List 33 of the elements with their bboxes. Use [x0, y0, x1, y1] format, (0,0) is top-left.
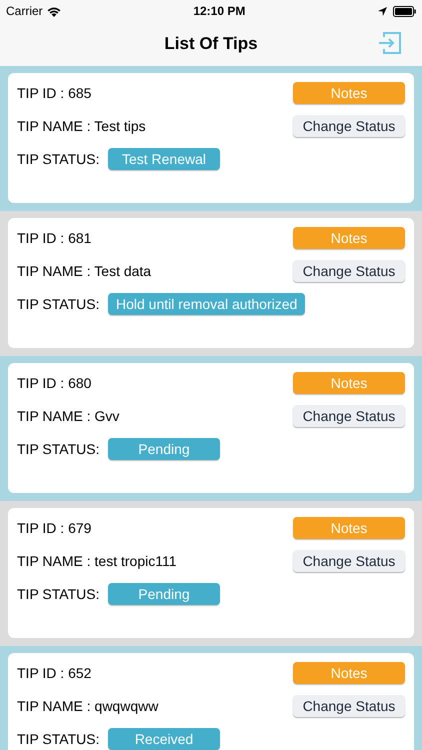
- wifi-icon: [46, 6, 61, 16]
- tip-name-text: TIP NAME : test tropic111: [17, 552, 177, 571]
- location-icon: [378, 6, 387, 16]
- tip-id-text: TIP ID : 681: [17, 228, 92, 248]
- status-badge: Received: [108, 728, 220, 750]
- change-status-button[interactable]: Change Status: [293, 695, 405, 717]
- tip-name-text: TIP NAME : Test tips: [17, 116, 146, 136]
- tip-status-label: TIP STATUS:: [17, 584, 100, 604]
- tip-id-text: TIP ID : 679: [17, 518, 92, 538]
- page-title: List Of Tips: [164, 33, 258, 56]
- exit-icon: [378, 31, 402, 55]
- tip-status-label: TIP STATUS:: [17, 294, 100, 314]
- tip-name-text: TIP NAME : Gvv: [17, 406, 120, 426]
- status-badge: Pending: [108, 438, 220, 460]
- battery-icon: [392, 6, 416, 16]
- tip-status-label: TIP STATUS:: [17, 730, 100, 748]
- tip-name-text: TIP NAME : qwqwqww: [17, 696, 158, 716]
- tip-status-label: TIP STATUS:: [17, 150, 100, 168]
- status-badge: Pending: [108, 583, 220, 605]
- tip-status-label: TIP STATUS:: [17, 440, 100, 458]
- tip-id-text: TIP ID : 680: [17, 374, 92, 392]
- change-status-button[interactable]: Change Status: [293, 550, 405, 572]
- tip-name-text: TIP NAME : Test data: [17, 262, 152, 280]
- carrier-text: Carrier: [6, 3, 43, 20]
- status-badge: Test Renewal: [108, 148, 220, 170]
- logout-button[interactable]: [378, 31, 402, 55]
- change-status-button[interactable]: Change Status: [293, 405, 405, 427]
- status-badge: Hold until removal authorized: [108, 293, 306, 315]
- clock-text: 12:10 PM: [193, 3, 246, 20]
- change-status-button[interactable]: Change Status: [293, 260, 405, 282]
- change-status-button[interactable]: Change Status: [293, 115, 405, 137]
- tip-id-text: TIP ID : 652: [17, 664, 92, 682]
- tip-id-text: TIP ID : 685: [17, 84, 92, 102]
